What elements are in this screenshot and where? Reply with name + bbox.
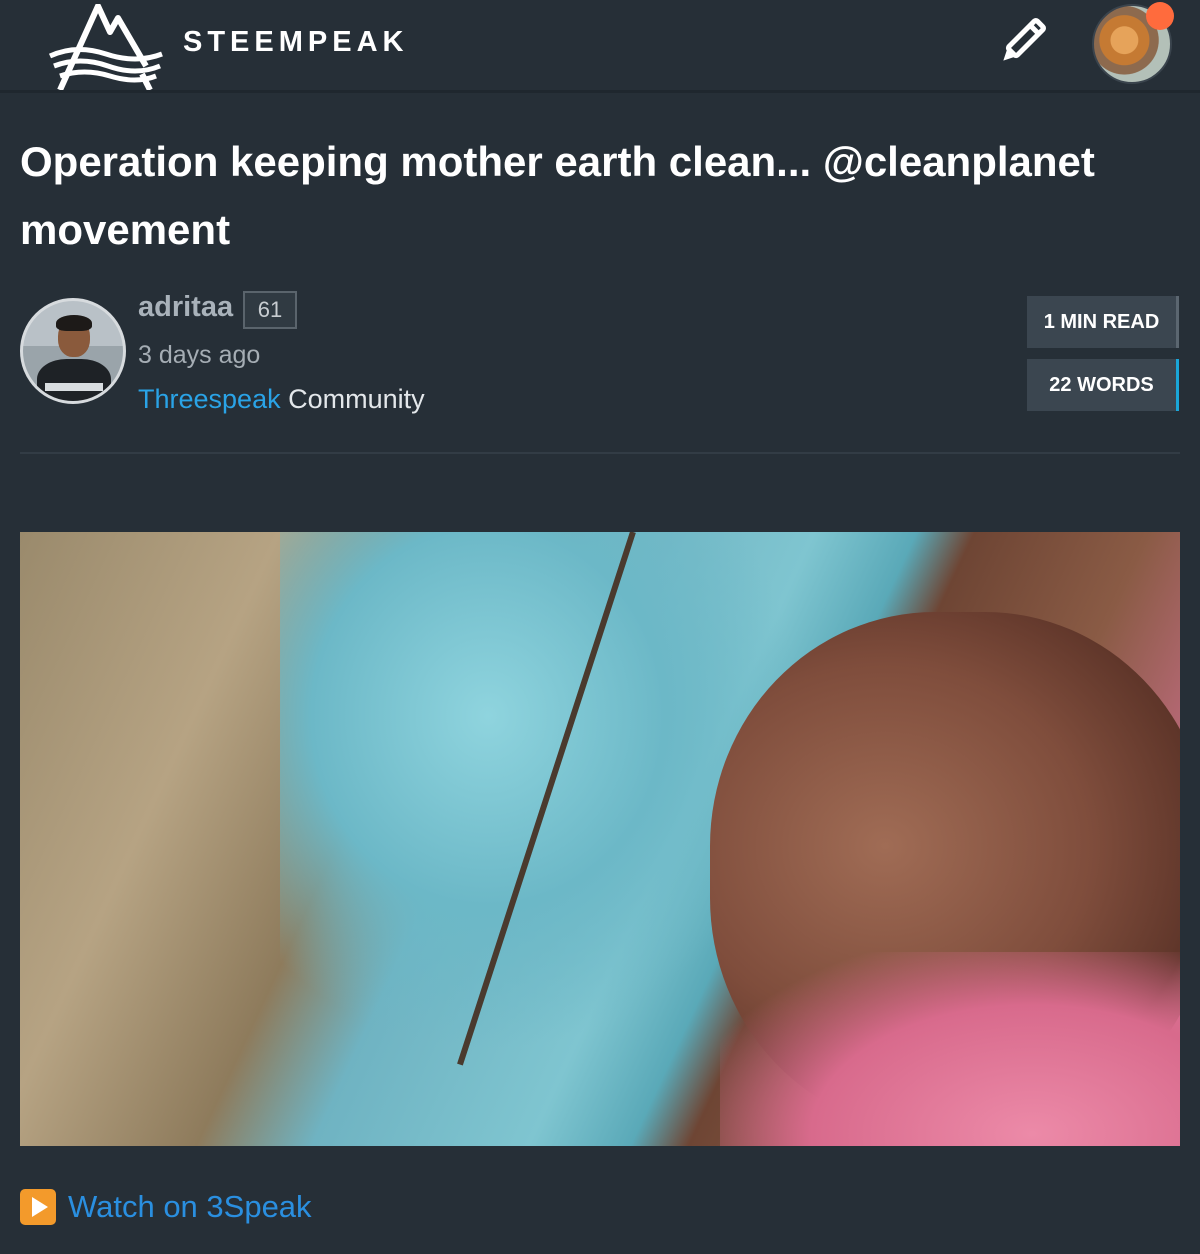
pencil-icon[interactable] (990, 12, 1052, 74)
reputation-badge: 61 (243, 291, 297, 329)
community-line: Threespeak Community (138, 384, 425, 415)
user-menu[interactable] (1092, 2, 1174, 84)
author-name-link[interactable]: adritaa (138, 291, 233, 324)
author-avatar[interactable] (20, 298, 126, 404)
play-button-icon[interactable] (20, 1188, 56, 1225)
video-thumbnail[interactable] (20, 532, 1180, 1146)
post-timestamp: 3 days ago (138, 341, 261, 369)
word-count-badge: 22 WORDS (1027, 359, 1179, 411)
top-navbar: STEEMPEAK (0, 0, 1200, 93)
read-time-badge: 1 MIN READ (1027, 296, 1179, 348)
divider (20, 452, 1180, 454)
community-suffix: Community (280, 384, 425, 414)
brand-name[interactable]: STEEMPEAK (183, 26, 408, 59)
watch-on-3speak: Watch on 3Speak (20, 1187, 312, 1225)
watch-link[interactable]: Watch on 3Speak (68, 1189, 312, 1224)
notification-dot (1146, 2, 1174, 30)
steempeak-logo-icon[interactable] (46, 4, 164, 90)
community-link[interactable]: Threespeak (138, 384, 281, 414)
post-title: Operation keeping mother earth clean... … (20, 138, 1095, 253)
